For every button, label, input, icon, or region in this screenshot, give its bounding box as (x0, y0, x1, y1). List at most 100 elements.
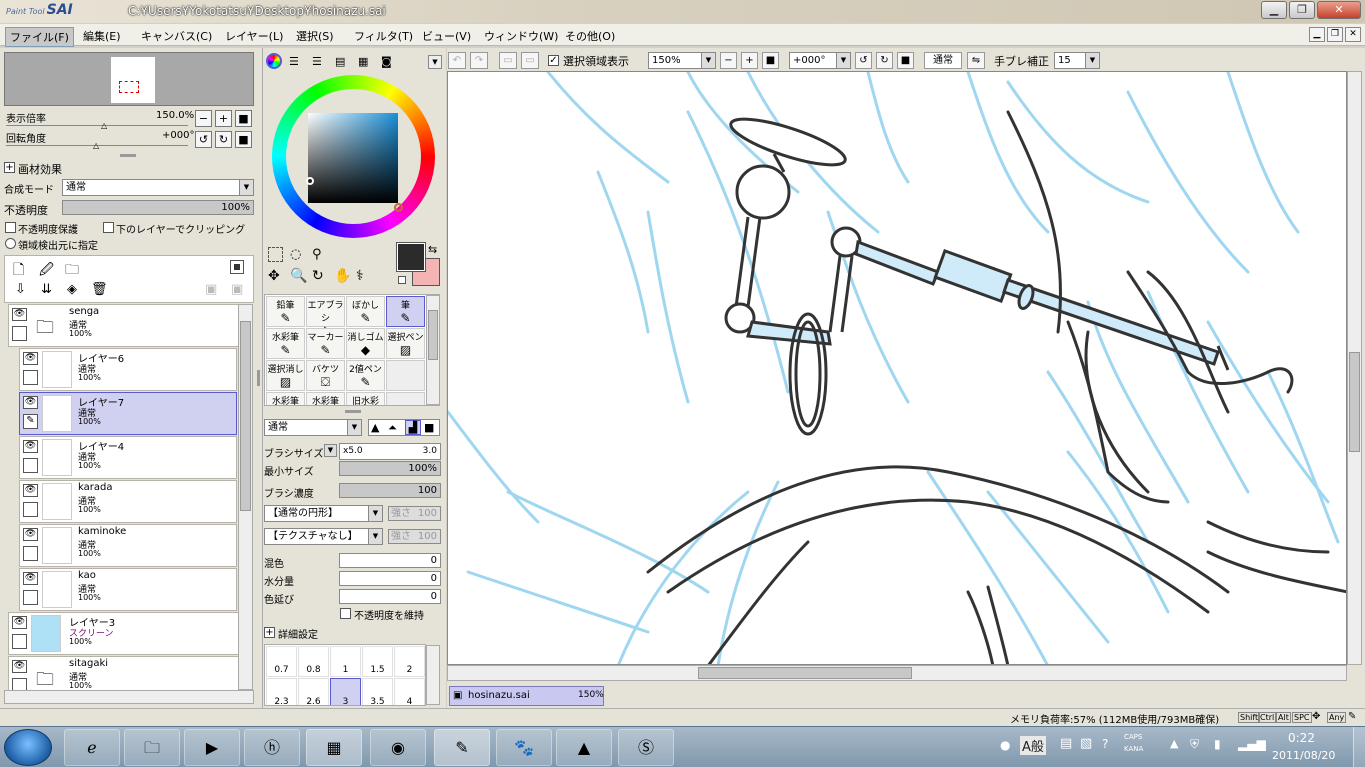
zoom-slider-handle[interactable]: △ (101, 121, 107, 130)
lock-checkbox[interactable] (23, 546, 38, 561)
brush-size-preset[interactable]: 2.6 (298, 678, 329, 705)
lock-checkbox[interactable] (23, 590, 38, 605)
rgb-slider-tab-icon[interactable]: ☰ (289, 55, 299, 68)
tool-empty[interactable] (386, 360, 425, 391)
brush-size-preset[interactable]: 3.5 (362, 678, 393, 705)
zoom-reset-icon[interactable]: ■ (762, 52, 779, 69)
minimize-button[interactable]: ▁ (1261, 1, 1287, 19)
panel-splitter[interactable] (257, 370, 260, 386)
stabilizer-select[interactable]: 15 ▼ (1054, 52, 1100, 69)
region-source-radio[interactable] (5, 238, 16, 249)
trash-icon[interactable]: 🗑 (91, 282, 108, 297)
document-tab[interactable]: ▣ hosinazu.sai 150% (449, 686, 604, 706)
swap-colors-icon[interactable]: ⇆ (428, 243, 437, 256)
canvas-hscrollbar[interactable] (447, 665, 1347, 681)
scroll-thumb[interactable] (1349, 352, 1360, 452)
tool-blur[interactable]: ぼかし ✎ (346, 296, 385, 327)
protect-opacity-checkbox[interactable] (5, 222, 16, 233)
rotate-left-icon[interactable]: ↺ (195, 131, 212, 148)
canvas-rotation-select[interactable]: +000° ▼ (789, 52, 851, 69)
notification-icon[interactable]: ● (1000, 738, 1010, 752)
layer-item[interactable]: 👁 レイヤー6 通常 100% (19, 348, 237, 391)
layer-item[interactable]: 👁 レイヤー4 通常 100% (19, 436, 237, 479)
edge-medium-icon[interactable]: ⏶ (388, 421, 397, 435)
rotate-right-icon[interactable]: ↻ (215, 131, 232, 148)
rotate-left-icon[interactable]: ↺ (855, 52, 872, 69)
color-wheel[interactable] (272, 75, 435, 238)
menu-canvas[interactable]: キャンバス(C) (137, 27, 216, 45)
magic-wand-icon[interactable]: ⚲ (312, 247, 322, 262)
chevron-down-icon[interactable]: ▼ (324, 444, 337, 457)
brush-size-preset[interactable]: 2.3 (266, 678, 297, 705)
layer-scrollbar[interactable] (238, 304, 253, 690)
tool-watercolor-3[interactable]: 水彩筆 (306, 392, 345, 405)
water-slider[interactable]: 0 (339, 571, 441, 586)
device-icon[interactable]: ▮ (1214, 737, 1221, 751)
lock-checkbox[interactable] (12, 634, 27, 649)
eye-icon[interactable]: 👁 (23, 572, 38, 585)
expand-plus-icon[interactable]: + (264, 627, 275, 638)
transfer-down-icon[interactable]: ⇩ (15, 282, 26, 297)
tool-empty[interactable] (386, 392, 425, 405)
navigator-preview[interactable] (4, 52, 254, 106)
layer-item[interactable]: 👁 レイヤー3 スクリーン 100% (8, 612, 242, 655)
lock-checkbox[interactable] (12, 678, 27, 690)
zoom-slider[interactable] (6, 125, 188, 126)
menu-other[interactable]: その他(O) (561, 27, 619, 45)
layer-item-selected[interactable]: 👁 ✎ レイヤー7 通常 100% (19, 392, 237, 435)
flip-icon[interactable]: ⇋ (967, 52, 985, 69)
rotate-reset-icon[interactable]: ■ (897, 52, 914, 69)
color-wheel-tab-icon[interactable] (266, 53, 282, 69)
redo-icon[interactable]: ↷ (470, 52, 488, 69)
eye-icon[interactable]: 👁 (23, 484, 38, 497)
menu-edit[interactable]: 編集(E) (79, 27, 125, 45)
eye-icon[interactable]: 👁 (23, 528, 38, 541)
eye-icon[interactable]: 👁 (12, 616, 27, 629)
tool-scrollbar[interactable] (426, 295, 440, 405)
expand-plus-icon[interactable]: + (4, 162, 15, 173)
brush-size-preset-selected[interactable]: 3 (330, 678, 361, 705)
main-color-swatch[interactable] (396, 242, 426, 272)
menu-window[interactable]: ウィンドウ(W) (480, 27, 562, 45)
tool-bucket[interactable]: バケツ ⛋ (306, 360, 345, 391)
menu-select[interactable]: 選択(S) (292, 27, 338, 45)
merge-down-icon[interactable]: ⇊ (41, 282, 52, 297)
move-icon[interactable]: ✥ (268, 268, 280, 284)
layer-option-icon[interactable] (230, 260, 244, 274)
drawing-canvas[interactable] (447, 71, 1347, 665)
zoom-in-icon[interactable]: + (215, 110, 232, 127)
layer-item[interactable]: 👁 karada 通常 100% (19, 480, 237, 523)
network-icon[interactable]: ▂▄▆ (1238, 737, 1266, 751)
tool-brush[interactable]: 筆 ✎ (386, 296, 425, 327)
show-desktop-button[interactable] (1353, 727, 1365, 767)
layer-item[interactable]: 👁 🗀 senga 通常 100% (8, 304, 242, 347)
texture-select[interactable]: 【テクスチャなし】 ▼ (264, 528, 383, 545)
min-size-slider[interactable]: 100% (339, 461, 441, 476)
eye-icon[interactable]: 👁 (23, 440, 38, 453)
ime-indicator[interactable]: A般 (1020, 736, 1046, 755)
firefox-icon[interactable]: ◉ (370, 729, 426, 766)
layer-item[interactable]: 👁 🗀 sitagaki 通常 100% (8, 656, 242, 690)
tool-airbrush[interactable]: エアブラシ✈ (306, 296, 345, 338)
clipping-checkbox[interactable] (103, 222, 114, 233)
brush-size-preset[interactable]: 0.7 (266, 646, 297, 677)
new-folder-icon[interactable]: 🗀 (65, 259, 79, 283)
ime-tools-icon[interactable]: ▤ (1060, 736, 1072, 751)
hsv-slider-tab-icon[interactable]: ☰ (312, 55, 322, 68)
rotate-canvas-icon[interactable]: ↻ (312, 268, 324, 284)
clear-layer-icon[interactable]: ◈ (67, 282, 77, 297)
hand-icon[interactable]: ✋ (334, 268, 351, 284)
tool-marker[interactable]: マーカー ✎ (306, 328, 345, 359)
mdi-restore-button[interactable]: ❐ (1327, 27, 1343, 42)
rotate-right-icon[interactable]: ↻ (876, 52, 893, 69)
view-mode-button[interactable]: 通常 (924, 52, 962, 69)
scroll-thumb[interactable] (428, 310, 438, 360)
ie-icon[interactable]: ℯ (64, 729, 120, 766)
edge-square-icon[interactable]: ■ (424, 421, 434, 434)
brush-size-scrollbar[interactable] (426, 645, 440, 705)
splitter-handle[interactable] (120, 154, 136, 157)
opacity-slider[interactable]: 100% (62, 200, 254, 215)
blend-mode-select[interactable]: 通常 ▼ (62, 179, 254, 196)
eye-icon[interactable]: 👁 (12, 660, 27, 673)
rotate-reset-icon[interactable]: ■ (235, 131, 252, 148)
